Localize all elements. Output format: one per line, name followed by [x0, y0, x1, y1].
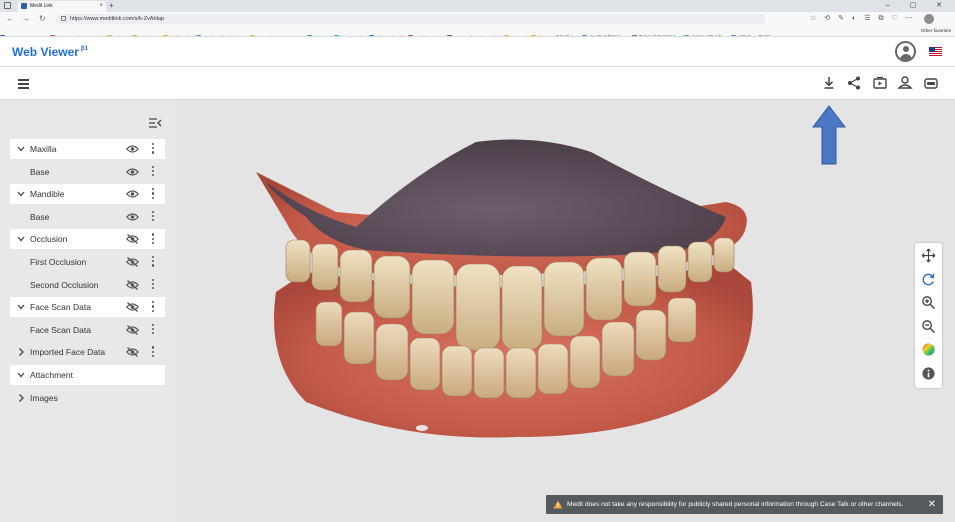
new-tab-button[interactable]: +	[109, 0, 114, 11]
tree-row[interactable]: Attachment	[10, 365, 165, 385]
eye-off-icon[interactable]	[126, 347, 139, 358]
more-options-icon[interactable]	[151, 323, 155, 336]
back-icon[interactable]: ←	[6, 13, 14, 25]
forward-icon[interactable]: →	[22, 13, 30, 25]
annotation-arrow	[812, 105, 846, 165]
app-header: Web Viewer β1	[0, 37, 955, 67]
browser-tab-bar: Medit Link × + – ▢ ✕	[0, 0, 955, 12]
share-icon[interactable]	[846, 75, 862, 91]
eye-icon[interactable]	[126, 144, 139, 154]
user-avatar[interactable]	[895, 41, 916, 62]
tab-actions-icon[interactable]	[4, 2, 11, 9]
viewer-toolbar	[0, 67, 955, 100]
language-flag-icon[interactable]	[929, 47, 942, 56]
eye-off-icon[interactable]	[126, 257, 139, 267]
browser-profile-avatar[interactable]	[924, 14, 934, 24]
screen-record-icon[interactable]	[872, 75, 888, 91]
menu-icon[interactable]	[16, 75, 32, 91]
tree-row[interactable]: Mandible	[10, 184, 165, 205]
browser-extension-icons[interactable]: ☆⟲✎◐☰⧉♡⋯	[810, 14, 921, 24]
view-tools-panel	[915, 243, 942, 388]
tree-row-label: Mandible	[30, 189, 65, 200]
more-options-icon[interactable]	[151, 143, 155, 155]
eye-off-icon[interactable]	[126, 279, 139, 290]
tree-row[interactable]: Face Scan Data	[10, 320, 165, 340]
tree-row-label: Base	[30, 166, 50, 177]
tree-row-label: Face Scan Data	[30, 324, 91, 335]
url-text: https://www.meditlink.com/s/k-ZvAIdap	[70, 16, 165, 22]
tree-row-label: Second Occlusion	[30, 279, 99, 290]
more-options-icon[interactable]	[151, 188, 155, 200]
tree-row-label: Images	[30, 392, 58, 403]
tab-close-icon[interactable]: ×	[99, 1, 103, 12]
chevron-right-icon[interactable]	[17, 342, 25, 362]
user-share-icon[interactable]	[897, 75, 913, 91]
tree-row[interactable]: Second Occlusion	[10, 275, 165, 295]
window-controls[interactable]: – ▢ ✕	[886, 0, 951, 11]
more-options-icon[interactable]	[151, 165, 155, 178]
tree-row-label: First Occlusion	[30, 257, 87, 267]
tree-row[interactable]: Base	[10, 162, 165, 182]
info-icon[interactable]	[921, 366, 936, 381]
disclaimer-text: Medit does not take any responsibility f…	[567, 501, 904, 508]
more-options-icon[interactable]	[151, 346, 155, 358]
zoom-out-icon[interactable]	[921, 319, 936, 334]
eye-icon[interactable]	[126, 189, 139, 199]
lock-icon	[61, 16, 66, 21]
tree-row[interactable]: Face Scan Data	[10, 297, 165, 318]
tree-row[interactable]: Images	[10, 388, 165, 408]
tree-row-label: Base	[30, 211, 50, 222]
eye-off-icon[interactable]	[126, 302, 139, 313]
brand-beta-badge: β1	[80, 46, 88, 52]
chevron-down-icon[interactable]	[17, 229, 25, 249]
zoom-in-icon[interactable]	[921, 295, 936, 310]
tree-row-label: Face Scan Data	[30, 302, 91, 313]
toggle-panel-icon[interactable]	[923, 75, 939, 91]
eye-icon[interactable]	[126, 167, 139, 177]
brand-title: Web Viewer	[12, 45, 79, 59]
browser-tab[interactable]: Medit Link ×	[18, 1, 106, 12]
chevron-right-icon[interactable]	[17, 388, 25, 408]
url-input[interactable]: https://www.meditlink.com/s/k-ZvAIdap	[56, 14, 766, 24]
collapse-panel-icon[interactable]	[148, 117, 162, 129]
bookmarks-bar: MEDIT GroupwareSign in - ClearCorre...Ad…	[0, 26, 955, 37]
more-options-icon[interactable]	[151, 233, 155, 245]
other-favorites[interactable]: Other favorites	[916, 26, 951, 36]
tree-row[interactable]: Maxilla	[10, 139, 165, 159]
tree-row-label: Attachment	[30, 370, 73, 380]
tree-row-label: Maxilla	[30, 144, 57, 154]
tree-row[interactable]: Base	[10, 207, 165, 227]
tree-row[interactable]: Occlusion	[10, 229, 165, 250]
tree-row-label: Occlusion	[30, 234, 68, 245]
dental-scan-model[interactable]	[246, 132, 766, 447]
eye-off-icon[interactable]	[126, 324, 139, 335]
eye-off-icon[interactable]	[126, 234, 139, 245]
move-icon[interactable]	[921, 248, 936, 263]
tab-title: Medit Link	[30, 3, 53, 9]
warning-icon	[553, 500, 563, 509]
rotate-icon[interactable]	[921, 272, 936, 287]
more-options-icon[interactable]	[151, 278, 155, 291]
tree-row[interactable]: Imported Face Data	[10, 342, 165, 362]
chevron-down-icon[interactable]	[17, 139, 25, 159]
close-icon[interactable]: ✕	[928, 495, 936, 514]
more-options-icon[interactable]	[151, 256, 155, 268]
chevron-down-icon[interactable]	[17, 297, 25, 317]
eye-icon[interactable]	[126, 212, 139, 222]
browser-address-bar: ← → ↻ https://www.meditlink.com/s/k-ZvAI…	[0, 12, 955, 26]
chevron-down-icon[interactable]	[17, 365, 25, 385]
medit-favicon-icon	[21, 3, 27, 9]
color-map-icon[interactable]	[921, 342, 936, 357]
app-brand[interactable]: Web Viewer β1	[12, 45, 88, 59]
tree-row[interactable]: First Occlusion	[10, 252, 165, 272]
more-options-icon[interactable]	[151, 301, 155, 313]
reload-icon[interactable]: ↻	[39, 13, 46, 25]
tree-row-label: Imported Face Data	[30, 347, 106, 358]
chevron-down-icon[interactable]	[17, 184, 25, 204]
more-options-icon[interactable]	[151, 210, 155, 223]
download-icon[interactable]	[821, 75, 837, 91]
disclaimer-toast: Medit does not take any responsibility f…	[546, 495, 943, 514]
